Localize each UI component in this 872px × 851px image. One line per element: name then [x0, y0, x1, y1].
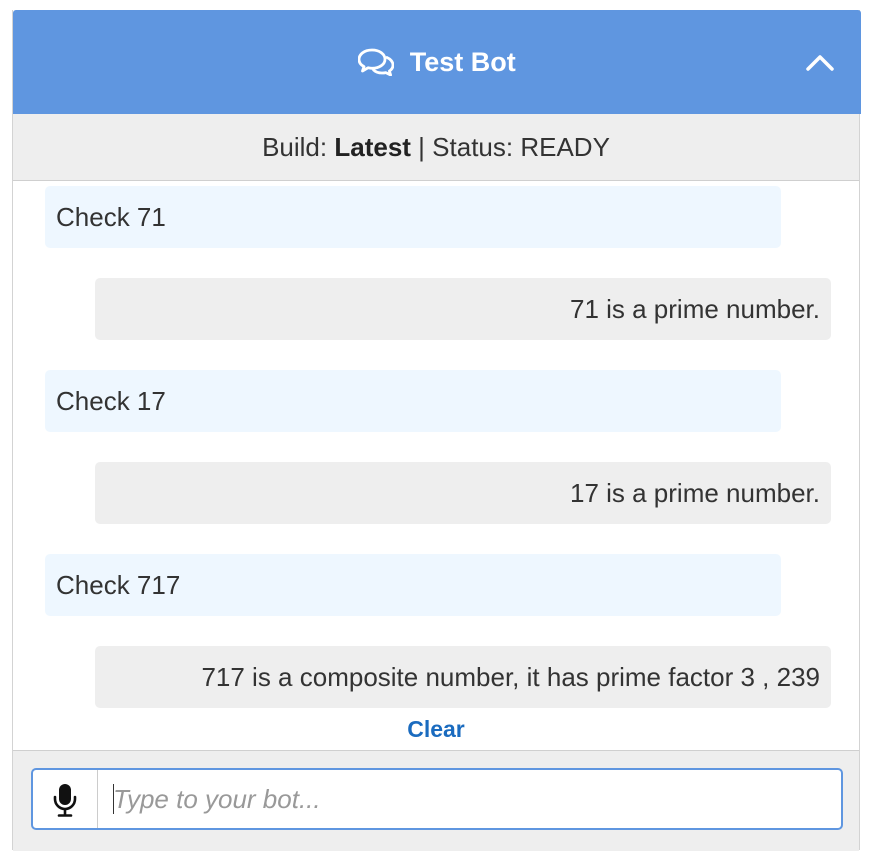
clear-button[interactable]: Clear	[13, 713, 859, 745]
build-label: Build:	[262, 132, 328, 162]
chat-bubbles-icon	[357, 47, 410, 77]
conversation-log[interactable]: Check 71 71 is a prime number. Check 17 …	[13, 181, 859, 711]
build-status-bar: Build: Latest | Status: READY	[13, 114, 859, 181]
test-bot-panel: Test Bot Build: Latest | Status: READY C…	[12, 10, 861, 851]
bot-header: Test Bot	[13, 10, 861, 114]
build-value: Latest	[334, 132, 411, 162]
message-input-group	[31, 768, 843, 830]
status-label: Status:	[432, 132, 514, 162]
status-value: READY	[520, 132, 610, 162]
bot-message: 17 is a prime number.	[95, 462, 831, 524]
bot-message: 71 is a prime number.	[95, 278, 831, 340]
bot-message: 717 is a composite number, it has prime …	[95, 646, 831, 708]
bot-title: Test Bot	[409, 47, 516, 77]
input-footer	[13, 750, 859, 851]
status-separator: |	[418, 132, 425, 162]
user-message: Check 71	[45, 186, 781, 248]
collapse-button[interactable]	[805, 48, 835, 76]
message-input[interactable]	[99, 770, 839, 828]
microphone-button[interactable]	[33, 770, 98, 828]
user-message: Check 17	[45, 370, 781, 432]
text-caret	[113, 784, 114, 814]
user-message: Check 717	[45, 554, 781, 616]
header-title-wrap: Test Bot	[13, 44, 861, 80]
chevron-up-icon	[805, 55, 835, 80]
